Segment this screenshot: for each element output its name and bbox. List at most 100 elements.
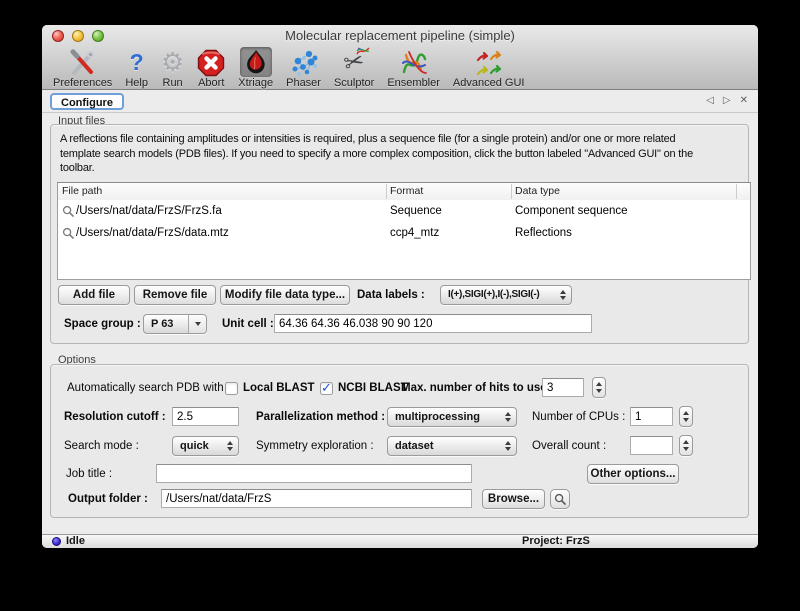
next-tab-icon[interactable] bbox=[723, 94, 731, 108]
toolbar-item-label: Run bbox=[163, 77, 183, 89]
table-row[interactable]: /Users/nat/data/FrzS/FrzS.fa Sequence Co… bbox=[58, 200, 750, 222]
tools-icon bbox=[68, 48, 98, 77]
toolbar-item-advanced-gui[interactable]: Advanced GUI bbox=[451, 47, 527, 90]
zoom-window-button[interactable] bbox=[92, 30, 104, 42]
parallelization-method-label: Parallelization method : bbox=[256, 407, 385, 427]
parallelization-method-value: multiprocessing bbox=[395, 411, 480, 423]
toolbar-item-label: Xtriage bbox=[238, 77, 273, 89]
tab-nav-controls bbox=[706, 94, 748, 108]
column-header-format[interactable]: Format bbox=[390, 183, 423, 200]
cell-data-type: Reflections bbox=[515, 222, 572, 244]
output-folder-label: Output folder : bbox=[68, 489, 148, 509]
status-text: Idle bbox=[66, 535, 85, 548]
max-hits-field[interactable] bbox=[542, 378, 584, 397]
table-row[interactable]: /Users/nat/data/FrzS/data.mtz ccp4_mtz R… bbox=[58, 222, 750, 244]
popup-arrows-icon bbox=[227, 441, 233, 451]
toolbar-item-label: Help bbox=[125, 77, 148, 89]
description-line: A reflections file containing amplitudes… bbox=[60, 132, 744, 147]
molecule-icon bbox=[289, 48, 319, 77]
tab-configure[interactable]: Configure bbox=[50, 93, 124, 110]
overall-count-field[interactable] bbox=[630, 436, 673, 455]
toolbar-item-label: Advanced GUI bbox=[453, 77, 525, 89]
popup-arrows-icon bbox=[560, 290, 566, 300]
tab-bar: Configure bbox=[42, 90, 758, 113]
close-window-button[interactable] bbox=[52, 30, 64, 42]
toolbar-item-run[interactable]: Run bbox=[159, 47, 186, 90]
toolbar-item-ensembler[interactable]: Ensembler bbox=[385, 47, 442, 90]
magnifier-icon[interactable] bbox=[62, 227, 75, 245]
close-tab-icon[interactable] bbox=[740, 94, 748, 108]
data-labels-dropdown[interactable]: I(+),SIGI(+),I(-),SIGI(-) bbox=[440, 285, 572, 305]
cell-file-path: /Users/nat/data/FrzS/data.mtz bbox=[76, 222, 229, 244]
toolbar-item-xtriage[interactable]: Xtriage bbox=[236, 47, 275, 90]
local-blast-checkbox[interactable] bbox=[225, 382, 238, 395]
column-header-file-path[interactable]: File path bbox=[62, 183, 102, 200]
toolbar-item-label: Sculptor bbox=[334, 77, 374, 89]
question-icon bbox=[130, 48, 144, 77]
unit-cell-label: Unit cell : bbox=[222, 314, 274, 334]
space-group-value: P 63 bbox=[151, 318, 173, 330]
max-hits-label: Max. number of hits to use : bbox=[401, 378, 554, 398]
search-mode-label: Search mode : bbox=[64, 436, 139, 456]
parallelization-method-dropdown[interactable]: multiprocessing bbox=[387, 407, 517, 427]
previous-tab-icon[interactable] bbox=[706, 94, 714, 108]
title-bar[interactable]: Molecular replacement pipeline (simple) bbox=[42, 25, 758, 47]
gear-icon bbox=[161, 48, 184, 77]
other-options-button[interactable]: Other options... bbox=[587, 464, 679, 484]
toolbar-item-phaser[interactable]: Phaser bbox=[284, 47, 323, 90]
overall-count-stepper[interactable] bbox=[679, 435, 693, 456]
number-of-cpus-label: Number of CPUs : bbox=[532, 407, 625, 427]
max-hits-stepper[interactable] bbox=[592, 377, 606, 398]
space-group-label: Space group : bbox=[64, 314, 141, 334]
window-title: Molecular replacement pipeline (simple) bbox=[122, 25, 678, 47]
job-title-field[interactable] bbox=[156, 464, 472, 483]
description-line: template search models (PDB files). If y… bbox=[60, 147, 744, 162]
ncbi-blast-label: NCBI BLAST bbox=[338, 378, 408, 398]
input-files-description: A reflections file containing amplitudes… bbox=[60, 132, 744, 176]
open-folder-magnifier-button[interactable] bbox=[550, 489, 570, 509]
magnifier-icon[interactable] bbox=[62, 205, 75, 223]
auto-search-pdb-label: Automatically search PDB with : bbox=[67, 378, 230, 398]
column-divider bbox=[386, 184, 387, 199]
search-mode-dropdown[interactable]: quick bbox=[172, 436, 239, 456]
data-labels-label: Data labels : bbox=[357, 285, 425, 305]
ncbi-blast-checkbox[interactable] bbox=[320, 382, 333, 395]
browse-button[interactable]: Browse... bbox=[482, 489, 545, 509]
traffic-lights bbox=[52, 30, 104, 42]
toolbar-item-help[interactable]: Help bbox=[123, 47, 150, 90]
toolbar-item-sculptor[interactable]: Sculptor bbox=[332, 47, 376, 90]
column-divider bbox=[736, 184, 737, 199]
number-of-cpus-stepper[interactable] bbox=[679, 406, 693, 427]
data-labels-value: I(+),SIGI(+),I(-),SIGI(-) bbox=[448, 289, 539, 300]
arrows-grid-icon bbox=[474, 48, 504, 77]
magnifier-icon bbox=[554, 493, 567, 506]
file-table[interactable]: File path Format Data type /Users/nat/da… bbox=[57, 182, 751, 280]
file-table-header: File path Format Data type bbox=[58, 183, 750, 201]
tab-configure-label: Configure bbox=[61, 97, 113, 109]
stop-icon bbox=[197, 48, 225, 77]
window-chrome: Molecular replacement pipeline (simple) … bbox=[42, 25, 758, 90]
remove-file-button[interactable]: Remove file bbox=[134, 285, 216, 305]
column-header-data-type[interactable]: Data type bbox=[515, 183, 560, 200]
toolbar-item-label: Ensembler bbox=[387, 77, 440, 89]
ribbons-icon bbox=[399, 48, 429, 77]
output-folder-field[interactable] bbox=[161, 489, 472, 508]
resolution-cutoff-field[interactable] bbox=[172, 407, 239, 426]
toolbar-item-abort[interactable]: Abort bbox=[195, 47, 227, 90]
description-line: toolbar. bbox=[60, 161, 744, 176]
resolution-cutoff-label: Resolution cutoff : bbox=[64, 407, 166, 427]
modify-file-data-type-button[interactable]: Modify file data type... bbox=[220, 285, 350, 305]
minimize-window-button[interactable] bbox=[72, 30, 84, 42]
symmetry-exploration-dropdown[interactable]: dataset bbox=[387, 436, 517, 456]
local-blast-label: Local BLAST bbox=[243, 378, 315, 398]
toolbar-item-label: Phaser bbox=[286, 77, 321, 89]
job-title-label: Job title : bbox=[66, 464, 112, 484]
add-file-button[interactable]: Add file bbox=[58, 285, 130, 305]
unit-cell-field[interactable] bbox=[274, 314, 592, 333]
combo-arrow-icon bbox=[188, 315, 206, 333]
space-group-combo[interactable]: P 63 bbox=[143, 314, 207, 334]
symmetry-exploration-value: dataset bbox=[395, 440, 434, 452]
app-window: Molecular replacement pipeline (simple) … bbox=[42, 25, 758, 548]
number-of-cpus-field[interactable] bbox=[630, 407, 673, 426]
toolbar-item-preferences[interactable]: Preferences bbox=[51, 47, 114, 90]
